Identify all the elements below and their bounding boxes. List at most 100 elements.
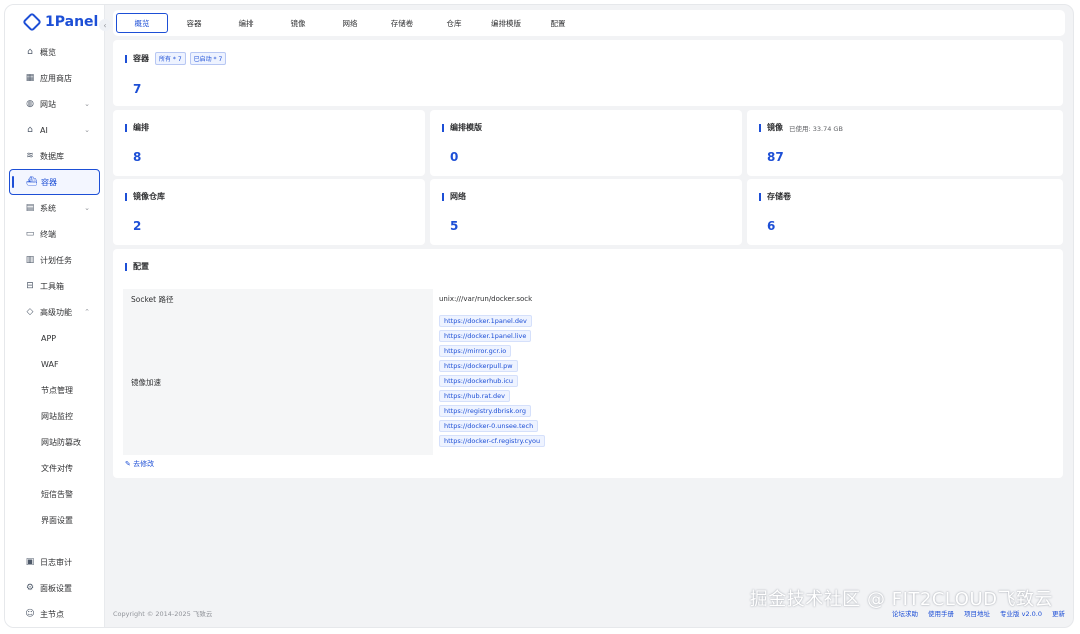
tab-0[interactable]: 概览 xyxy=(116,13,168,33)
compose-template-title: 编排模版 xyxy=(450,123,482,132)
logo[interactable]: 1Panel xyxy=(5,5,104,39)
sidebar-item-grid[interactable]: ▦ 应用商店 xyxy=(9,65,100,91)
image-repo-count[interactable]: 2 xyxy=(133,219,141,233)
home-icon: ⌂ xyxy=(27,47,33,57)
compose-title: 编排 xyxy=(133,123,149,132)
settings-icon: ⚙ xyxy=(25,583,35,593)
compose-count[interactable]: 8 xyxy=(133,150,141,164)
calendar-icon: ▥ xyxy=(25,255,35,265)
mirror-tag: https://hub.rat.dev xyxy=(439,390,510,402)
logo-icon xyxy=(22,12,42,32)
image-repo-card: 镜像仓库 2 xyxy=(113,179,425,245)
tab-bar: 概览 容器 编排 镜像 网络 存储卷 仓库 编排模版 配置 xyxy=(113,10,1065,36)
system-icon: ▤ xyxy=(25,203,35,213)
sidebar-item-label: AI xyxy=(40,125,48,135)
mirror-tag: https://mirror.gcr.io xyxy=(439,345,512,357)
tab-3[interactable]: 镜像 xyxy=(272,13,324,33)
containers-title: 容器 xyxy=(133,54,149,63)
tab-5[interactable]: 存储卷 xyxy=(376,13,428,33)
sidebar-item-home[interactable]: ⌂ 概览 xyxy=(9,39,100,65)
collapse-sidebar-button[interactable]: ‹ xyxy=(99,19,111,31)
compose-template-card: 编排模版 0 xyxy=(430,110,742,176)
sidebar-item-user[interactable]: ☺ 主节点 xyxy=(9,601,100,627)
sidebar-subitem[interactable]: 节点管理 xyxy=(9,377,100,403)
mirror-tag: https://docker.1panel.live xyxy=(439,330,532,342)
globe-icon: ◍ xyxy=(26,99,34,109)
mirror-tag: https://docker.1panel.dev xyxy=(439,315,532,327)
mirror-row: 镜像加速 https://docker.1panel.dev https://do… xyxy=(123,309,1057,455)
network-card: 网络 5 xyxy=(430,179,742,245)
sidebar-subitem[interactable]: 短信告警 xyxy=(9,481,100,507)
sidebar-item-label: 界面设置 xyxy=(41,515,73,525)
edit-config-link[interactable]: ✎ 去修改 xyxy=(125,459,154,469)
mirror-list: https://docker.1panel.dev https://docker.… xyxy=(433,309,546,455)
footer-link[interactable]: 更新 xyxy=(1052,610,1065,618)
tab-6[interactable]: 仓库 xyxy=(428,13,480,33)
log-icon: ▣ xyxy=(25,557,35,567)
tag-running[interactable]: 已启动 * 7 xyxy=(189,52,227,65)
config-card: 配置 Socket 路径 unix:///var/run/docker.sock… xyxy=(113,249,1063,478)
images-count[interactable]: 87 xyxy=(767,150,784,164)
sidebar-item-label: 短信告警 xyxy=(41,489,73,499)
sidebar-item-label: 高级功能 xyxy=(40,307,72,317)
footer-link[interactable]: 论坛求助 xyxy=(892,610,918,618)
mirror-tag: https://registry.dbrisk.org xyxy=(439,405,531,417)
sidebar-item-container[interactable]: ⛴ 容器 xyxy=(9,169,100,195)
chevron-up-icon: ⌃ xyxy=(84,308,90,316)
tab-4[interactable]: 网络 xyxy=(324,13,376,33)
sidebar-item-label: 工具箱 xyxy=(40,281,64,291)
watermark: 掘金技术社区 @ FIT2CLOUD飞致云 xyxy=(749,589,1053,610)
sidebar-item-label: 容器 xyxy=(41,177,57,187)
sidebar-subitem[interactable]: 网站监控 xyxy=(9,403,100,429)
images-used: 已使用: 33.74 GB xyxy=(789,124,843,133)
sidebar-subitem[interactable]: 网站防篡改 xyxy=(9,429,100,455)
sidebar-item-robot[interactable]: ⌂ AI ⌄ xyxy=(9,117,100,143)
containers-card: 容器 所有 * 7 已启动 * 7 7 xyxy=(113,40,1063,106)
network-count[interactable]: 5 xyxy=(450,219,458,233)
sidebar-item-globe[interactable]: ◍ 网站 ⌄ xyxy=(9,91,100,117)
image-repo-title: 镜像仓库 xyxy=(133,192,165,201)
tag-all[interactable]: 所有 * 7 xyxy=(155,52,186,65)
chevron-down-icon: ⌄ xyxy=(84,126,90,134)
sidebar-item-calendar[interactable]: ▥ 计划任务 xyxy=(9,247,100,273)
network-title: 网络 xyxy=(450,192,466,201)
sidebar-item-label: 系统 xyxy=(40,203,56,213)
mirror-tag: https://docker-cf.registry.cyou xyxy=(439,435,546,447)
containers-count[interactable]: 7 xyxy=(133,82,141,96)
footer-link[interactable]: 项目地址 xyxy=(964,610,990,618)
sidebar-subitem[interactable]: APP xyxy=(9,325,100,351)
sidebar-item-label: 主节点 xyxy=(40,609,64,619)
tab-8[interactable]: 配置 xyxy=(532,13,584,33)
sidebar-item-gem[interactable]: ◇ 高级功能 ⌃ xyxy=(9,299,100,325)
sidebar-item-label: APP xyxy=(41,333,57,343)
chevron-down-icon: ⌄ xyxy=(84,100,90,108)
compose-template-count[interactable]: 0 xyxy=(450,150,458,164)
sidebar-subitem[interactable]: 界面设置 xyxy=(9,507,100,533)
sidebar-item-settings[interactable]: ⚙ 面板设置 xyxy=(9,575,100,601)
grid-icon: ▦ xyxy=(25,73,35,83)
volume-card: 存储卷 6 xyxy=(747,179,1063,245)
volume-count[interactable]: 6 xyxy=(767,219,775,233)
mirror-tag: https://dockerhub.icu xyxy=(439,375,518,387)
footer-link[interactable]: 使用手册 xyxy=(928,610,954,618)
copyright: Copyright © 2014-2025 飞致云 xyxy=(113,610,213,618)
terminal-icon: ▭ xyxy=(25,229,35,239)
mirror-tag: https://docker-0.unsee.tech xyxy=(439,420,539,432)
tab-1[interactable]: 容器 xyxy=(168,13,220,33)
sidebar-subitem[interactable]: WAF xyxy=(9,351,100,377)
tab-2[interactable]: 编排 xyxy=(220,13,272,33)
sidebar-item-label: 网站 xyxy=(40,99,56,109)
tab-7[interactable]: 编排模版 xyxy=(480,13,532,33)
sidebar-item-log[interactable]: ▣ 日志审计 xyxy=(9,549,100,575)
sidebar-subitem[interactable]: 文件对传 xyxy=(9,455,100,481)
sidebar-item-database[interactable]: ≋ 数据库 xyxy=(9,143,100,169)
volume-title: 存储卷 xyxy=(767,192,791,201)
socket-label: Socket 路径 xyxy=(123,289,433,309)
compose-card: 编排 8 xyxy=(113,110,425,176)
sidebar-item-terminal[interactable]: ▭ 终端 xyxy=(9,221,100,247)
sidebar-item-label: 网站监控 xyxy=(41,411,73,421)
footer-link[interactable]: 专业版 v2.0.0 xyxy=(1000,610,1042,618)
sidebar-item-toolbox[interactable]: ⊟ 工具箱 xyxy=(9,273,100,299)
edit-label: 去修改 xyxy=(133,460,155,468)
sidebar-item-system[interactable]: ▤ 系统 ⌄ xyxy=(9,195,100,221)
